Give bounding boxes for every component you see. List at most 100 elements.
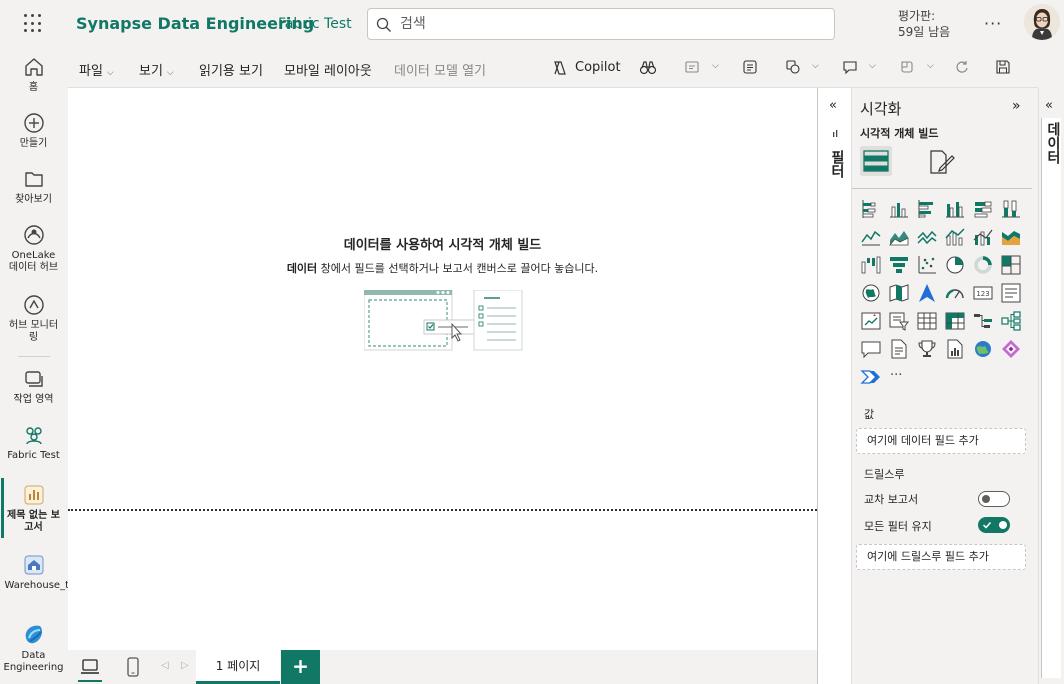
line-and-stacked-column-chart-icon[interactable] — [944, 226, 966, 248]
nav-onelake[interactable]: OneLake 데이터 허브 — [0, 224, 67, 274]
nav-warehouse-label: Warehouse_test2 — [4, 580, 91, 591]
data-pane: « 데이터 — [1038, 88, 1064, 684]
chevron-down-icon[interactable]: ⌵ — [812, 61, 819, 71]
more-visuals-button[interactable]: ··· — [890, 368, 902, 383]
nav-monitor[interactable]: 허브 모니터링 — [0, 294, 67, 344]
workspace-name[interactable]: Fabric Test — [278, 16, 352, 32]
page-navigator: ◁ ▷ 1 페이지 + — [68, 650, 850, 684]
goals-trophy-icon[interactable] — [916, 338, 938, 360]
binoculars-icon[interactable] — [639, 59, 657, 77]
filters-label[interactable]: 필터 — [827, 150, 847, 178]
add-page-button[interactable]: + — [281, 650, 320, 684]
nav-report[interactable]: 제목 없는 보고서 — [0, 484, 67, 534]
treemap-icon[interactable] — [1000, 254, 1022, 276]
table-icon[interactable] — [916, 310, 938, 332]
previous-page-icon[interactable]: ◁ — [161, 660, 169, 671]
funnel-chart-icon[interactable] — [888, 254, 910, 276]
chevron-down-icon[interactable]: ⌵ — [712, 61, 719, 71]
collapse-visualizations-icon[interactable]: » — [1012, 98, 1021, 114]
build-visual-tab[interactable] — [860, 146, 892, 176]
mobile-layout-button[interactable]: 모바일 레이아웃 — [284, 60, 372, 79]
chevron-down-icon[interactable]: ⌵ — [869, 61, 876, 71]
comment-icon[interactable] — [842, 59, 858, 75]
data-label[interactable]: 데이터 — [1043, 122, 1063, 164]
qna-icon[interactable] — [860, 338, 882, 360]
refresh-icon[interactable] — [954, 59, 970, 75]
stacked-bar-chart-icon[interactable] — [860, 198, 882, 220]
nav-home-label: 홈 — [28, 82, 39, 93]
save-icon[interactable] — [995, 59, 1011, 75]
stacked-column-chart-icon[interactable] — [888, 198, 910, 220]
page-tab-1[interactable]: 1 페이지 — [196, 650, 280, 684]
nav-create-label: 만들기 — [19, 138, 48, 149]
reading-view-button[interactable]: 읽기용 보기 — [199, 60, 263, 79]
shapes-icon[interactable] — [785, 59, 801, 75]
arcgis-map-icon[interactable] — [972, 338, 994, 360]
decomposition-tree-icon[interactable] — [972, 310, 994, 332]
add-circle-icon — [23, 113, 44, 133]
nav-data-engineering[interactable]: Data Engineering — [0, 622, 67, 674]
azure-map-icon[interactable] — [916, 282, 938, 304]
format-visual-tab[interactable] — [928, 148, 956, 176]
nav-fabric-test[interactable]: Fabric Test — [0, 424, 67, 462]
pie-chart-icon[interactable] — [944, 254, 966, 276]
search-input[interactable] — [400, 14, 820, 34]
filled-map-icon[interactable] — [888, 282, 910, 304]
drillthrough-drop-well[interactable]: 여기에 드릴스루 필드 추가 — [856, 544, 1026, 570]
search-box[interactable] — [367, 8, 835, 40]
area-chart-icon[interactable] — [888, 226, 910, 248]
nav-workspaces[interactable]: 작업 영역 — [0, 368, 67, 406]
map-icon[interactable] — [860, 282, 882, 304]
100-stacked-bar-chart-icon[interactable] — [972, 198, 994, 220]
chevron-down-icon[interactable]: ⌵ — [927, 61, 934, 71]
waterfall-chart-icon[interactable] — [860, 254, 882, 276]
view-menu[interactable]: 보기 ⌵ — [139, 60, 174, 79]
more-options-button[interactable]: ··· — [984, 14, 1002, 33]
report-canvas[interactable]: 데이터를 사용하여 시각적 개체 빌드 데이터 창에서 필드를 선택하거나 보고… — [68, 88, 817, 650]
data-pane-strip[interactable] — [1041, 118, 1061, 678]
file-menu[interactable]: 파일 ⌵ — [79, 60, 114, 79]
stacked-area-chart-icon[interactable] — [916, 226, 938, 248]
power-apps-icon[interactable] — [1000, 338, 1022, 360]
expand-data-icon[interactable]: « — [1045, 98, 1053, 113]
nav-warehouse[interactable]: Warehouse_test2 — [0, 554, 91, 592]
smart-narrative-icon[interactable] — [888, 338, 910, 360]
nav-home[interactable]: 홈 — [0, 56, 67, 94]
text-box-icon[interactable] — [684, 59, 700, 75]
app-launcher-icon[interactable] — [24, 14, 44, 34]
trial-status[interactable]: 평가판: 59일 남음 — [898, 8, 950, 40]
matrix-icon[interactable] — [944, 310, 966, 332]
gauge-icon[interactable] — [944, 282, 966, 304]
cross-report-toggle[interactable] — [978, 491, 1010, 507]
avatar[interactable] — [1024, 4, 1060, 40]
copilot-button[interactable]: Copilot — [575, 60, 621, 75]
power-automate-icon[interactable] — [860, 366, 882, 388]
expand-filters-icon[interactable]: « — [829, 98, 837, 113]
mobile-view-icon[interactable] — [899, 59, 915, 75]
next-page-icon[interactable]: ▷ — [181, 660, 189, 671]
line-chart-icon[interactable] — [860, 226, 882, 248]
100-stacked-column-chart-icon[interactable] — [1000, 198, 1022, 220]
notes-icon[interactable] — [742, 59, 758, 75]
ribbon-chart-icon[interactable] — [1000, 226, 1022, 248]
open-data-model-button[interactable]: 데이터 모델 열기 — [394, 60, 486, 79]
line-and-clustered-column-chart-icon[interactable] — [972, 226, 994, 248]
nav-browse[interactable]: 찾아보기 — [0, 168, 67, 206]
paginated-report-icon[interactable] — [944, 338, 966, 360]
donut-chart-icon[interactable] — [972, 254, 994, 276]
nav-monitor-label: 허브 모니터링 — [8, 320, 59, 343]
keep-all-filters-toggle[interactable] — [978, 517, 1010, 533]
phone-view-icon[interactable] — [126, 656, 140, 678]
card-icon[interactable]: 123 — [972, 282, 994, 304]
desktop-view-icon[interactable] — [80, 657, 100, 677]
clustered-bar-chart-icon[interactable] — [916, 198, 938, 220]
kpi-icon[interactable] — [860, 310, 882, 332]
nav-create[interactable]: 만들기 — [0, 112, 67, 150]
scatter-chart-icon[interactable] — [916, 254, 938, 276]
key-influencers-icon[interactable] — [1000, 310, 1022, 332]
values-drop-well[interactable]: 여기에 데이터 필드 추가 — [856, 428, 1026, 454]
workspace-group-icon — [25, 427, 42, 445]
multi-row-card-icon[interactable] — [1000, 282, 1022, 304]
clustered-column-chart-icon[interactable] — [944, 198, 966, 220]
slicer-icon[interactable] — [888, 310, 910, 332]
